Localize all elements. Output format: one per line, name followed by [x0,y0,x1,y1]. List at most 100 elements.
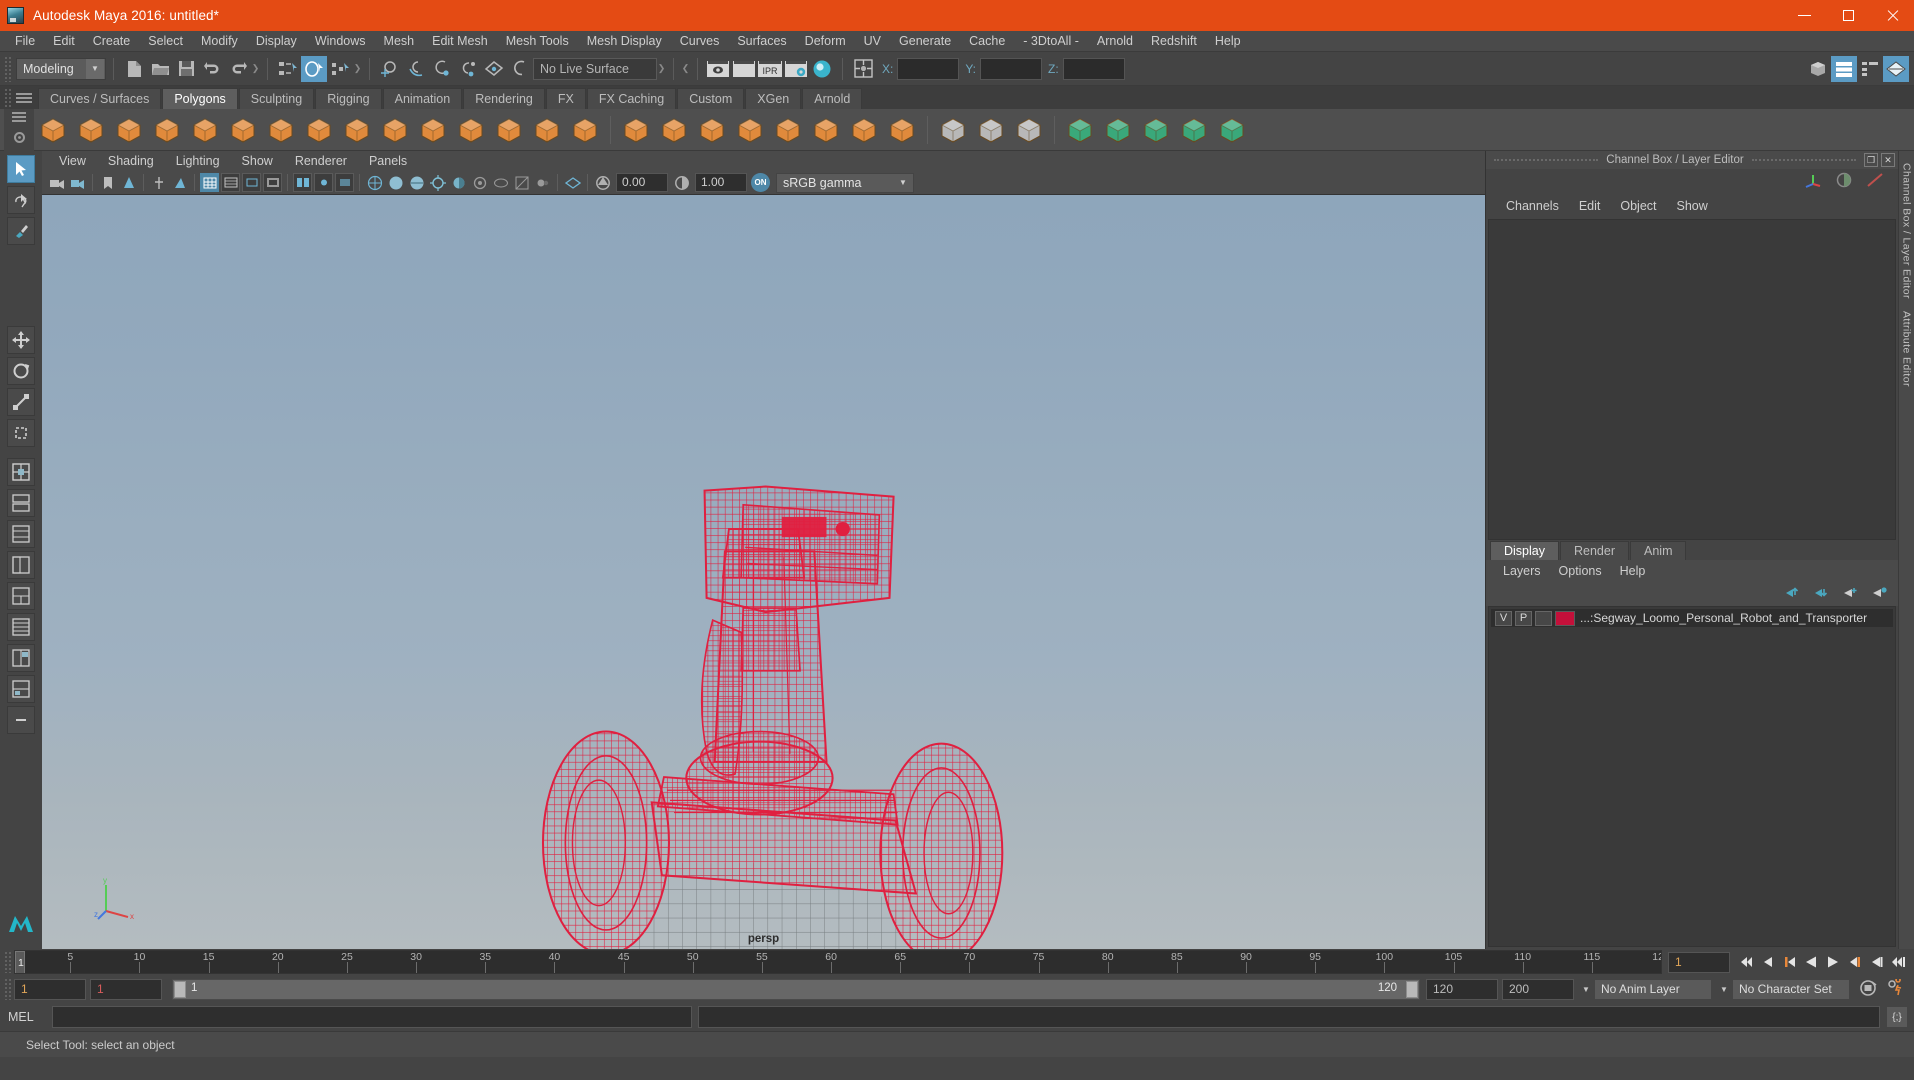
menu-item-mesh-tools[interactable]: Mesh Tools [497,31,578,52]
viewport-menu-shading[interactable]: Shading [97,151,165,172]
hypershade-icon[interactable] [809,56,835,82]
poly-torus-icon[interactable] [188,113,222,147]
undo-icon[interactable] [199,56,225,82]
persp-render-layout-icon[interactable] [7,675,35,703]
four-pane-layout-icon[interactable] [7,613,35,641]
shelf-tab-fx[interactable]: FX [545,88,586,109]
live-surface-field[interactable]: No Live Surface [533,57,657,80]
time-cursor[interactable]: 1 [15,951,25,973]
move-layer-up-icon[interactable] [1784,586,1801,602]
minimize-button[interactable] [1782,0,1826,31]
new-scene-icon[interactable] [121,56,147,82]
view-transform-selector[interactable]: sRGB gamma ▼ [776,172,914,193]
range-slider-right-handle[interactable] [1406,980,1418,998]
shelf-side-buttons[interactable] [4,108,34,151]
separate-icon[interactable] [657,113,691,147]
bridge-icon[interactable] [847,113,881,147]
shelf-options-icon[interactable] [12,111,26,124]
image-plane-icon[interactable] [119,173,138,192]
layer-tab-anim[interactable]: Anim [1630,541,1687,560]
layer-name[interactable]: ...:Segway_Loomo_Personal_Robot_and_Tran… [1580,611,1867,625]
shelf-tab-curves-surfaces[interactable]: Curves / Surfaces [38,88,162,109]
viewport-menu-renderer[interactable]: Renderer [284,151,358,172]
menu-item-3dtoall[interactable]: - 3DtoAll - [1014,31,1088,52]
open-scene-icon[interactable] [147,56,173,82]
wireframe-shading-icon[interactable] [365,173,384,192]
persp-hypershade-layout-icon[interactable] [7,644,35,672]
channel-box-content[interactable] [1488,219,1896,540]
status-expand-arrow-4[interactable]: ❮ [681,58,690,80]
menu-item-mesh[interactable]: Mesh [375,31,424,52]
multi-cut-icon[interactable] [936,113,970,147]
script-editor-icon[interactable]: {;} [1886,1006,1908,1028]
menu-item-uv[interactable]: UV [855,31,890,52]
shelf-tab-fx-caching[interactable]: FX Caching [586,88,677,109]
viewport-canvas[interactable]: y x z persp [42,194,1485,949]
menu-item-windows[interactable]: Windows [306,31,375,52]
two-pane-stacked-layout-icon[interactable] [7,582,35,610]
xray-icon[interactable] [293,173,312,193]
ipr-render-icon[interactable]: IPR [757,56,783,82]
menu-item-redshift[interactable]: Redshift [1142,31,1206,52]
shelf-tab-rendering[interactable]: Rendering [463,88,545,109]
single-perspective-layout-icon[interactable] [7,551,35,579]
menu-item-edit-mesh[interactable]: Edit Mesh [423,31,497,52]
range-slider-left-handle[interactable] [174,980,186,998]
shadows-on-icon[interactable] [449,173,468,192]
range-slider-gripper[interactable] [4,978,12,1000]
reduce-icon[interactable] [1215,113,1249,147]
redo-icon[interactable] [225,56,251,82]
poly-disc-icon[interactable] [264,113,298,147]
time-slider-gripper[interactable] [4,951,12,973]
status-expand-arrow-1[interactable]: ❯ [251,58,260,80]
color-management-icon[interactable]: ON [751,173,770,193]
poly-sphere-icon[interactable] [36,113,70,147]
poly-helix-icon[interactable] [454,113,488,147]
booleans-icon[interactable] [695,113,729,147]
last-tool-icon[interactable] [7,419,35,447]
exposure-field[interactable]: 0.00 [616,173,668,193]
close-button[interactable] [1870,0,1914,31]
sidebar-toggle-channel-icon[interactable] [1883,55,1909,82]
fill-hole-icon[interactable] [885,113,919,147]
playback-end-time-field[interactable]: 120 [1426,978,1498,1000]
two-sided-lighting-icon[interactable] [149,173,168,192]
shelf-settings-icon[interactable] [12,130,27,148]
menu-item-help[interactable]: Help [1206,31,1250,52]
multisample-aa-icon[interactable] [512,173,531,192]
four-view-layout-icon[interactable] [7,458,35,486]
move-layer-down-icon[interactable] [1813,586,1830,602]
lasso-select-tool-icon[interactable] [7,186,35,214]
viewport-menu-lighting[interactable]: Lighting [165,151,231,172]
extrude-icon[interactable] [771,113,805,147]
ambient-occlusion-icon[interactable] [470,173,489,192]
status-expand-arrow-2[interactable]: ❯ [353,58,362,80]
xray-active-components-icon[interactable] [335,173,354,193]
anim-start-time-field[interactable]: 1 [14,978,86,1000]
rotate-tool-icon[interactable] [7,357,35,385]
bookmarks-icon[interactable] [98,173,117,192]
render-settings-icon[interactable] [783,56,809,82]
shelf-tab-arnold[interactable]: Arnold [802,88,863,109]
poly-cone-icon[interactable] [150,113,184,147]
command-language-label[interactable]: MEL [8,1010,52,1024]
character-set-chevron-down-icon[interactable]: ▼ [1716,985,1732,994]
resolution-gate-icon[interactable] [242,173,261,193]
sidebar-toggle-attribute-icon[interactable] [1831,55,1857,82]
mirror-icon[interactable] [1177,113,1211,147]
xray-joints-icon[interactable] [314,173,333,193]
poly-cylinder-icon[interactable] [112,113,146,147]
persp-graph-layout-icon[interactable] [7,520,35,548]
shelf-tab-custom[interactable]: Custom [677,88,745,109]
use-all-lights-icon[interactable] [428,173,447,192]
coord-y-field[interactable] [980,57,1043,80]
menu-item-select[interactable]: Select [139,31,192,52]
insert-edge-loop-icon[interactable] [974,113,1008,147]
poly-pyramid-icon[interactable] [340,113,374,147]
channel-box-anim-icon[interactable] [1866,172,1884,191]
layer-menu-help[interactable]: Help [1611,564,1655,578]
step-forward-frame-icon[interactable] [1866,951,1888,973]
channel-box-menu-edit[interactable]: Edit [1569,199,1611,213]
menu-item-file[interactable]: File [6,31,44,52]
poly-plane-icon[interactable] [226,113,260,147]
